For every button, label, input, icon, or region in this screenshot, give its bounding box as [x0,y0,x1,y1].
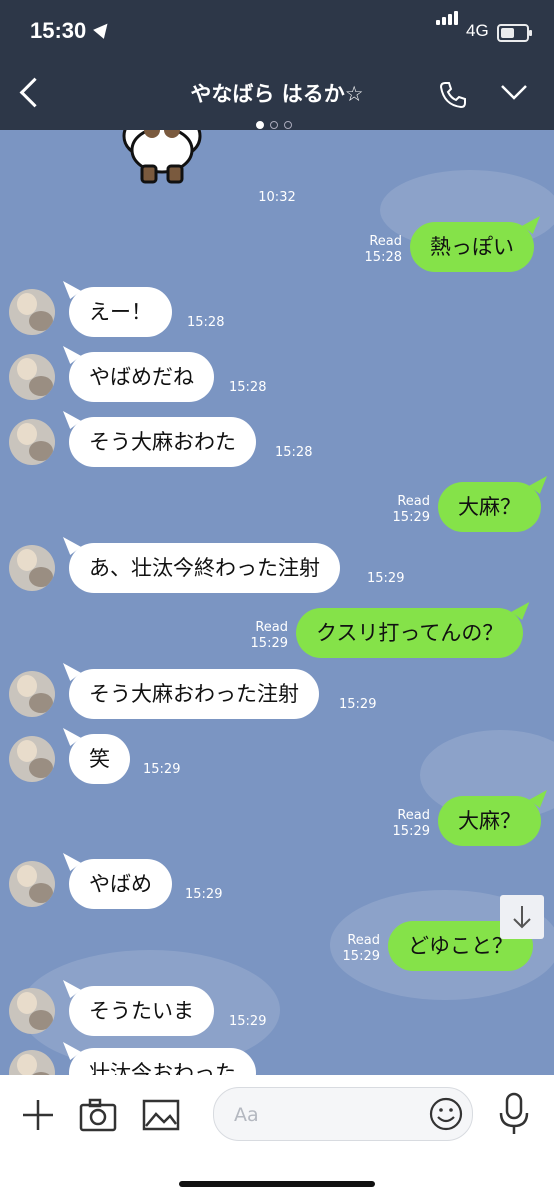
message-field[interactable] [213,1087,473,1141]
read-receipt: Read 15:29 [338,933,380,965]
avatar[interactable] [9,861,55,907]
avatar[interactable] [9,671,55,717]
outgoing-message-bubble[interactable]: クスリ打ってんの？ [296,608,524,658]
incoming-message-bubble[interactable]: 壮汰今おわった [69,1048,256,1075]
incoming-message-bubble[interactable]: えー！ [69,287,172,337]
message-time: 15:29 [392,510,430,525]
chat-header: やなばら はるか☆ [0,58,554,130]
scroll-to-bottom-button[interactable] [500,895,544,939]
incoming-message-bubble[interactable]: そう大麻おわった注射 [69,669,319,719]
smiley-icon[interactable] [428,1096,464,1132]
message-time: 15:29 [250,636,288,651]
page-dot [284,121,292,129]
message-time: 15:29 [342,949,380,964]
read-label: Read [397,494,430,509]
phone-icon[interactable] [438,80,468,110]
home-indicator [179,1181,375,1187]
read-receipt: Read 15:28 [360,234,402,266]
avatar[interactable] [9,736,55,782]
location-arrow-icon [93,19,113,39]
message-time: 15:28 [364,250,402,265]
message-time: 15:29 [185,887,223,902]
read-label: Read [255,620,288,635]
timestamp-divider: 10:32 [258,190,296,205]
status-time: 15:30 [30,18,87,43]
avatar[interactable] [9,419,55,465]
outgoing-message-bubble[interactable]: 大麻？ [438,796,541,846]
chat-title[interactable]: やなばら はるか☆ [0,78,554,108]
message-time: 15:28 [275,445,313,460]
network-type: 4G [466,21,489,40]
incoming-message-bubble[interactable]: あ、壮汰今終わった注射 [69,543,340,593]
image-icon[interactable] [140,1094,182,1136]
message-time: 15:29 [339,697,377,712]
read-receipt: Read 15:29 [388,494,430,526]
incoming-message-bubble[interactable]: そうたいま [69,986,214,1036]
microphone-icon[interactable] [494,1091,534,1137]
read-label: Read [369,234,402,249]
incoming-message-bubble[interactable]: 笑 [69,734,130,784]
sticker-image[interactable] [120,130,204,194]
battery-icon [497,24,532,42]
avatar[interactable] [9,545,55,591]
incoming-message-bubble[interactable]: やばめ [69,859,172,909]
read-label: Read [347,933,380,948]
page-dot [256,121,264,129]
outgoing-message-bubble[interactable]: 大麻？ [438,482,541,532]
camera-icon[interactable] [77,1094,119,1136]
avatar[interactable] [9,988,55,1034]
message-time: 15:29 [229,1014,267,1029]
battery-level [501,28,515,38]
input-bar [0,1075,554,1200]
read-label: Read [397,808,430,823]
outgoing-message-bubble[interactable]: 熱っぽい [410,222,534,272]
message-time: 15:28 [187,315,225,330]
message-time: 15:29 [392,824,430,839]
status-bar: 15:30 4G [0,0,554,58]
chevron-down-icon[interactable] [500,80,528,104]
page-dot [270,121,278,129]
incoming-message-bubble[interactable]: そう大麻おわた [69,417,256,467]
message-time: 15:29 [367,571,405,586]
plus-icon[interactable] [17,1094,59,1136]
avatar[interactable] [9,289,55,335]
message-time: 15:29 [143,762,181,777]
chat-screen: 15:30 4G やなばら はるか☆ 10:32 熱っぽい Read 15:28… [0,0,554,1200]
message-input[interactable] [232,1100,416,1130]
avatar[interactable] [9,1050,55,1075]
message-list[interactable]: 10:32 熱っぽい Read 15:28 えー！ 15:28 やばめだね 15:28 そう大麻… [0,130,554,1075]
avatar[interactable] [9,354,55,400]
arrow-down-icon [513,906,531,929]
message-time: 15:28 [229,380,267,395]
read-receipt: Read 15:29 [388,808,430,840]
read-receipt: Read 15:29 [246,620,288,652]
incoming-message-bubble[interactable]: やばめだね [69,352,214,402]
